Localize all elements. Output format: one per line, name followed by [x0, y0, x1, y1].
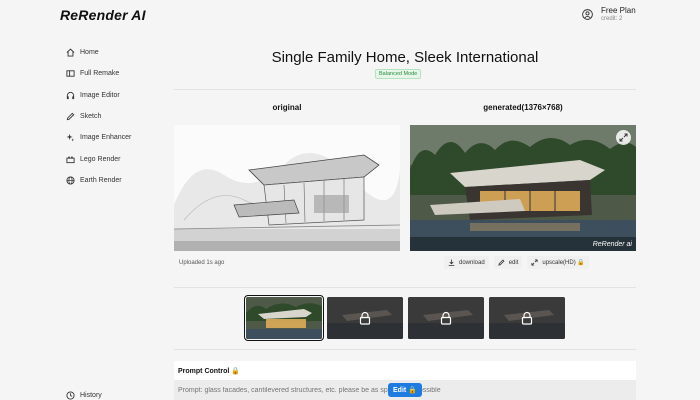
- sidebar-item-label: Sketch: [80, 113, 102, 121]
- sidebar-item-image-editor[interactable]: Image Editor: [66, 85, 176, 106]
- lock-icon: [440, 311, 452, 325]
- render-illustration: [410, 125, 636, 251]
- generated-image[interactable]: ReRender ai: [410, 125, 636, 251]
- thumbnail-locked[interactable]: [327, 297, 403, 339]
- thumbnail-locked[interactable]: [489, 297, 565, 339]
- history-icon: [66, 391, 75, 400]
- download-label: download: [459, 259, 485, 266]
- original-image[interactable]: [174, 125, 400, 251]
- top-bar: ReRender AI Free Plan credit: 2: [0, 0, 700, 30]
- sketch-illustration: [174, 125, 400, 251]
- sidebar: Home Full Remake Image Editor Sketch Ima…: [66, 42, 176, 191]
- thumbnail-selected[interactable]: [244, 295, 324, 341]
- sidebar-item-sketch[interactable]: Sketch: [66, 106, 176, 127]
- history-label: History: [80, 392, 102, 399]
- edit-button[interactable]: edit: [493, 256, 523, 269]
- original-label: original: [272, 103, 302, 112]
- divider: [174, 287, 636, 288]
- thumbnail-strip: [244, 295, 565, 341]
- watermark: ReRender ai: [592, 241, 632, 248]
- headphones-icon: [66, 91, 75, 99]
- lock-icon: [359, 311, 371, 325]
- pencil-icon: [498, 259, 505, 266]
- globe-icon: [66, 176, 75, 185]
- download-icon: [448, 259, 455, 266]
- sidebar-item-label: Image Editor: [80, 91, 120, 99]
- sidebar-item-home[interactable]: Home: [66, 42, 176, 63]
- prompt-panel: Prompt Control 🔒 Edit 🔒: [174, 361, 636, 400]
- render-thumbnail: [246, 297, 322, 339]
- sidebar-item-label: Full Remake: [80, 70, 120, 78]
- divider: [174, 349, 636, 350]
- credit-label: credit: 2: [601, 16, 623, 22]
- sidebar-item-lego-render[interactable]: Lego Render: [66, 148, 176, 169]
- image-actions: download edit upscale(HD) 🔒: [444, 256, 589, 269]
- download-button[interactable]: download: [444, 256, 489, 269]
- mode-badge: Balanced Mode: [375, 69, 422, 79]
- edit-label: edit: [508, 259, 519, 266]
- remake-icon: [66, 70, 75, 78]
- plan-label[interactable]: Free Plan: [601, 6, 636, 16]
- sidebar-item-full-remake[interactable]: Full Remake: [66, 63, 176, 84]
- edit-prompt-button[interactable]: Edit 🔒: [388, 383, 422, 397]
- thumbnail-locked[interactable]: [408, 297, 484, 339]
- sidebar-item-label: Earth Render: [80, 176, 122, 184]
- upscale-label: upscale(HD) 🔒: [542, 260, 585, 266]
- sidebar-item-image-enhancer[interactable]: Image Enhancer: [66, 127, 176, 148]
- pencil-icon: [66, 112, 75, 121]
- main-panel: Single Family Home, Sleek International …: [174, 30, 636, 400]
- upscale-button[interactable]: upscale(HD) 🔒: [527, 256, 589, 269]
- brand-logo[interactable]: ReRender AI: [60, 7, 146, 23]
- expand-icon: [531, 259, 538, 266]
- sidebar-item-label: Image Enhancer: [80, 134, 132, 142]
- divider: [174, 89, 636, 90]
- page-title: Single Family Home, Sleek International: [271, 49, 539, 66]
- expand-button[interactable]: [616, 130, 631, 145]
- prompt-title: Prompt Control 🔒: [178, 368, 240, 375]
- sidebar-item-label: Home: [80, 49, 99, 57]
- lock-icon: [521, 311, 533, 325]
- sidebar-item-history[interactable]: History: [66, 391, 102, 400]
- sidebar-item-earth-render[interactable]: Earth Render: [66, 170, 176, 191]
- home-icon: [66, 48, 75, 57]
- lego-icon: [66, 156, 75, 163]
- uploaded-time: Uploaded 1s ago: [179, 260, 225, 266]
- user-icon[interactable]: [582, 9, 593, 20]
- expand-icon: [619, 133, 628, 142]
- generated-label: generated(1376×768): [483, 103, 563, 112]
- sparkle-icon: [66, 134, 75, 142]
- sidebar-item-label: Lego Render: [80, 155, 121, 163]
